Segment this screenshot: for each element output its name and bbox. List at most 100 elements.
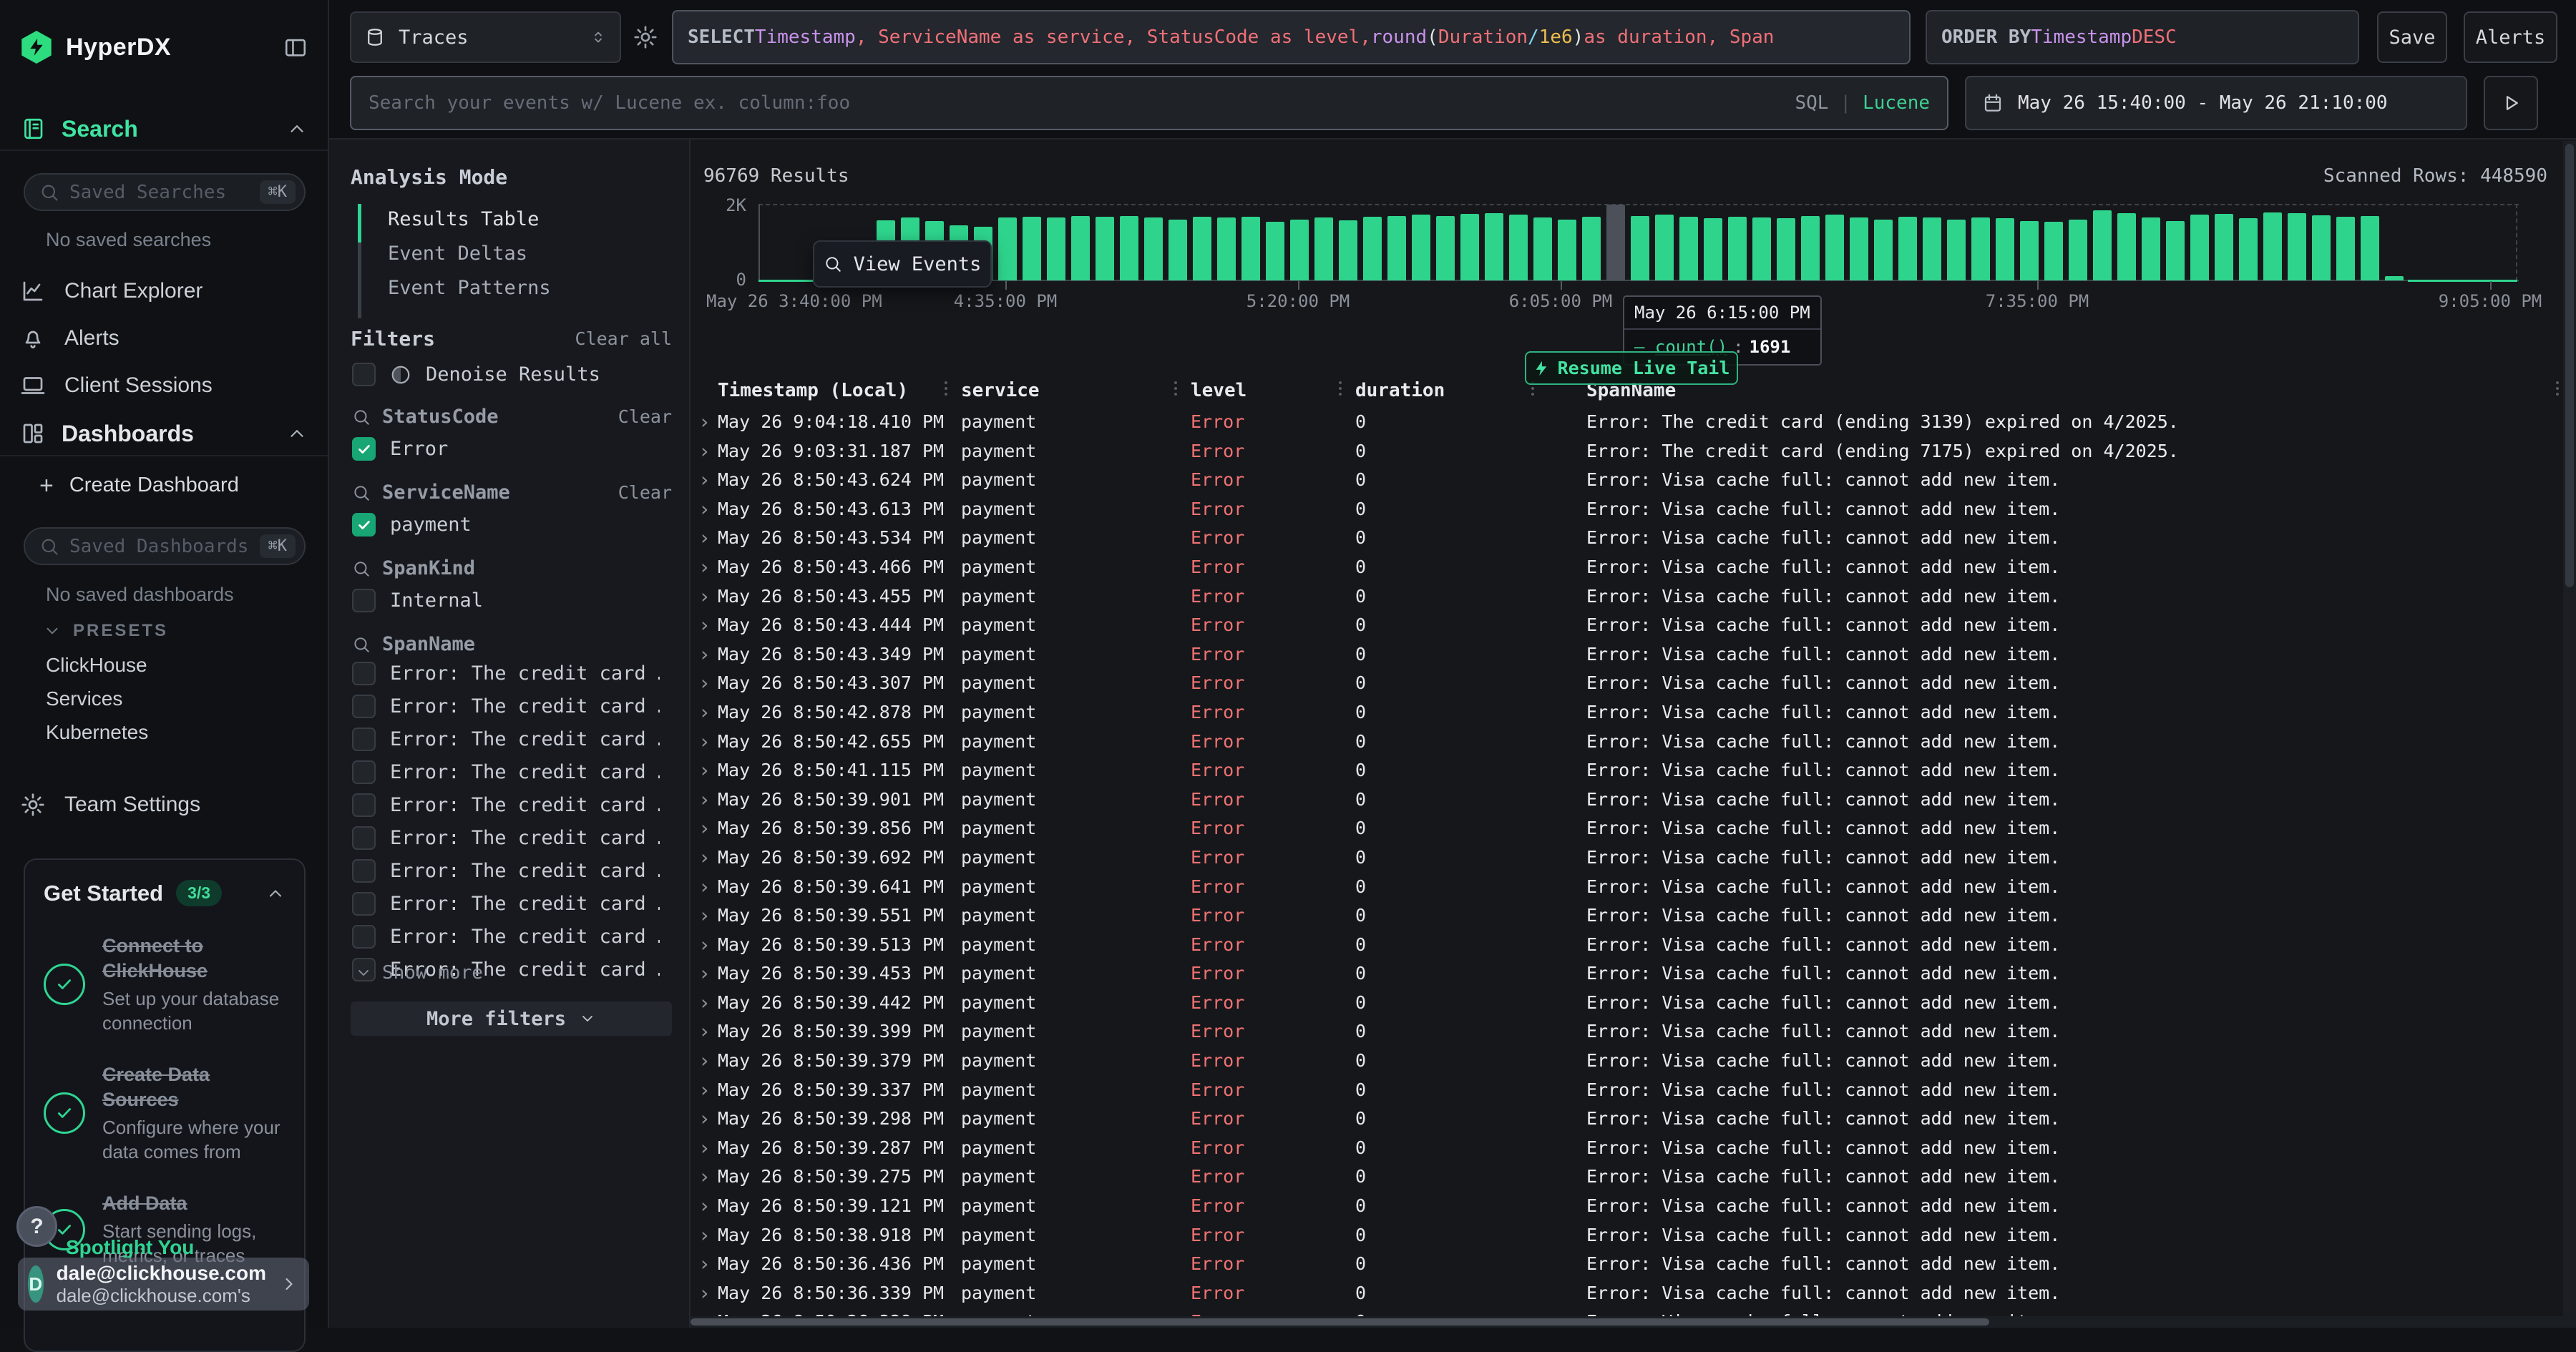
table-row[interactable]: ›May 26 8:50:43.307 PMpaymentError0Error… [691, 669, 2576, 698]
source-select[interactable]: Traces [350, 11, 621, 63]
row-expand-chevron[interactable]: › [698, 785, 718, 815]
create-dashboard-button[interactable]: + Create Dashboard [39, 474, 239, 497]
table-row[interactable]: ›May 26 8:50:43.444 PMpaymentError0Error… [691, 611, 2576, 640]
histogram-bar[interactable] [1290, 220, 1309, 280]
row-expand-chevron[interactable]: › [698, 843, 718, 873]
table-row[interactable]: ›May 26 8:50:39.901 PMpaymentError0Error… [691, 785, 2576, 815]
table-row[interactable]: ›May 26 8:50:42.655 PMpaymentError0Error… [691, 728, 2576, 757]
toggle-lucene[interactable]: Lucene [1863, 92, 1930, 114]
row-expand-chevron[interactable]: › [698, 814, 718, 843]
histogram-bar[interactable] [1509, 215, 1528, 280]
column-separator[interactable] [1174, 381, 1177, 396]
row-expand-chevron[interactable]: › [698, 1104, 718, 1134]
table-row[interactable]: ›May 26 8:50:43.534 PMpaymentError0Error… [691, 524, 2576, 553]
saved-dashboards-input[interactable]: Saved Dashboards ⌘K [24, 527, 306, 565]
table-row[interactable]: ›May 26 9:03:31.187 PMpaymentError0Error… [691, 437, 2576, 466]
sidebar-collapse-icon[interactable] [283, 35, 308, 59]
histogram-bar[interactable] [2288, 213, 2306, 280]
histogram-bar[interactable] [1266, 222, 1284, 280]
table-row[interactable]: ›May 26 8:50:39.337 PMpaymentError0Error… [691, 1076, 2576, 1105]
histogram-bar[interactable] [1485, 213, 1503, 280]
source-settings-gear-icon[interactable] [633, 24, 658, 50]
checkbox-unchecked[interactable] [352, 363, 376, 386]
histogram-bar[interactable] [2215, 214, 2233, 280]
get-started-header[interactable]: Get Started 3/3 [44, 880, 286, 906]
row-expand-chevron[interactable]: › [698, 1192, 718, 1221]
mode-event-patterns[interactable]: Event Patterns [388, 277, 551, 299]
histogram-bar[interactable] [1023, 217, 1041, 280]
histogram-bar[interactable] [2190, 215, 2209, 280]
table-row[interactable]: ›May 26 8:50:42.878 PMpaymentError0Error… [691, 698, 2576, 728]
table-row[interactable]: ›May 26 8:50:39.453 PMpaymentError0Error… [691, 959, 2576, 989]
histogram-bar[interactable] [2044, 222, 2063, 280]
histogram-bar[interactable] [1314, 217, 1333, 280]
row-expand-chevron[interactable]: › [698, 756, 718, 785]
filter-option-internal[interactable]: Internal [352, 589, 672, 612]
histogram-bar[interactable] [1387, 216, 1406, 280]
presets-toggle[interactable]: PRESETS [43, 621, 168, 641]
row-expand-chevron[interactable]: › [698, 495, 718, 524]
row-expand-chevron[interactable]: › [698, 1017, 718, 1047]
row-expand-chevron[interactable]: › [698, 524, 718, 553]
histogram-bar[interactable] [1120, 216, 1138, 280]
row-expand-chevron[interactable]: › [698, 640, 718, 670]
chevron-up-icon[interactable] [286, 118, 308, 139]
filter-option-payment[interactable]: payment [352, 513, 672, 537]
checkbox-checked[interactable] [352, 513, 376, 537]
row-expand-chevron[interactable]: › [698, 408, 718, 437]
table-row[interactable]: ›May 26 8:50:39.641 PMpaymentError0Error… [691, 873, 2576, 902]
row-expand-chevron[interactable]: › [698, 698, 718, 728]
row-expand-chevron[interactable]: › [698, 669, 718, 698]
sidebar-item-team-settings[interactable]: Team Settings [20, 787, 308, 823]
column-header-timestamp[interactable]: Timestamp (Local) [718, 380, 908, 401]
order-by-editor[interactable]: ORDER BY Timestamp DESC [1926, 10, 2359, 64]
histogram-bar[interactable] [1582, 217, 1601, 280]
histogram-bar[interactable] [1606, 205, 1625, 280]
view-events-button[interactable]: View Events [813, 240, 992, 288]
checkbox-unchecked[interactable] [352, 662, 376, 685]
table-row[interactable]: ›May 26 8:50:38.918 PMpaymentError0Error… [691, 1221, 2576, 1250]
table-row[interactable]: ›May 26 8:50:39.442 PMpaymentError0Error… [691, 989, 2576, 1018]
row-expand-chevron[interactable]: › [698, 1221, 718, 1250]
histogram-bar[interactable] [1533, 217, 1552, 280]
mode-event-deltas[interactable]: Event Deltas [388, 243, 527, 265]
mode-results-table[interactable]: Results Table [388, 208, 539, 230]
clear-link[interactable]: Clear [618, 406, 672, 427]
table-row[interactable]: ›May 26 8:50:43.455 PMpaymentError0Error… [691, 582, 2576, 612]
column-separator[interactable] [1339, 381, 1342, 396]
histogram-bar[interactable] [1777, 218, 1795, 280]
histogram-bar[interactable] [1898, 217, 1917, 280]
filter-option-spanname[interactable]: Error: The credit card … [352, 662, 660, 685]
sidebar-item-services[interactable]: Services [46, 687, 122, 710]
user-menu[interactable]: D dale@clickhouse.com dale@clickhouse.co… [18, 1258, 309, 1311]
histogram-bar[interactable] [2239, 218, 2258, 280]
row-expand-chevron[interactable]: › [698, 466, 718, 495]
histogram-bar[interactable] [2312, 215, 2331, 280]
histogram-bar[interactable] [2336, 217, 2355, 280]
histogram-bar[interactable] [1850, 217, 1868, 280]
more-filters-button[interactable]: More filters [351, 1001, 672, 1036]
results-histogram[interactable] [758, 204, 2519, 281]
table-row[interactable]: ›May 26 8:50:39.275 PMpaymentError0Error… [691, 1162, 2576, 1192]
table-row[interactable]: ›May 26 8:50:36.436 PMpaymentError0Error… [691, 1250, 2576, 1279]
column-header-service[interactable]: service [961, 380, 1040, 401]
table-row[interactable]: ›May 26 8:50:39.287 PMpaymentError0Error… [691, 1134, 2576, 1163]
search-input[interactable]: Search your events w/ Lucene ex. column:… [350, 76, 1948, 130]
query-language-toggle[interactable]: SQL | Lucene [1795, 92, 1930, 114]
clear-link[interactable]: Clear [618, 482, 672, 503]
sidebar-item-client-sessions[interactable]: Client Sessions [20, 368, 308, 403]
row-expand-chevron[interactable]: › [698, 1250, 718, 1279]
histogram-bar[interactable] [1241, 217, 1260, 280]
checkbox-unchecked[interactable] [352, 589, 376, 612]
histogram-bar[interactable] [1169, 220, 1187, 280]
table-row[interactable]: ›May 26 8:50:36.339 PMpaymentError0Error… [691, 1279, 2576, 1308]
table-row[interactable]: ›May 26 8:50:39.692 PMpaymentError0Error… [691, 843, 2576, 873]
checkbox-checked[interactable] [352, 437, 376, 461]
histogram-bar[interactable] [1412, 215, 1430, 280]
row-expand-chevron[interactable]: › [698, 437, 718, 466]
histogram-bar[interactable] [2020, 221, 2039, 280]
sidebar-item-alerts[interactable]: Alerts [20, 320, 308, 356]
row-expand-chevron[interactable]: › [698, 1076, 718, 1105]
histogram-bar[interactable] [1339, 220, 1357, 280]
column-header-level[interactable]: level [1191, 380, 1246, 401]
